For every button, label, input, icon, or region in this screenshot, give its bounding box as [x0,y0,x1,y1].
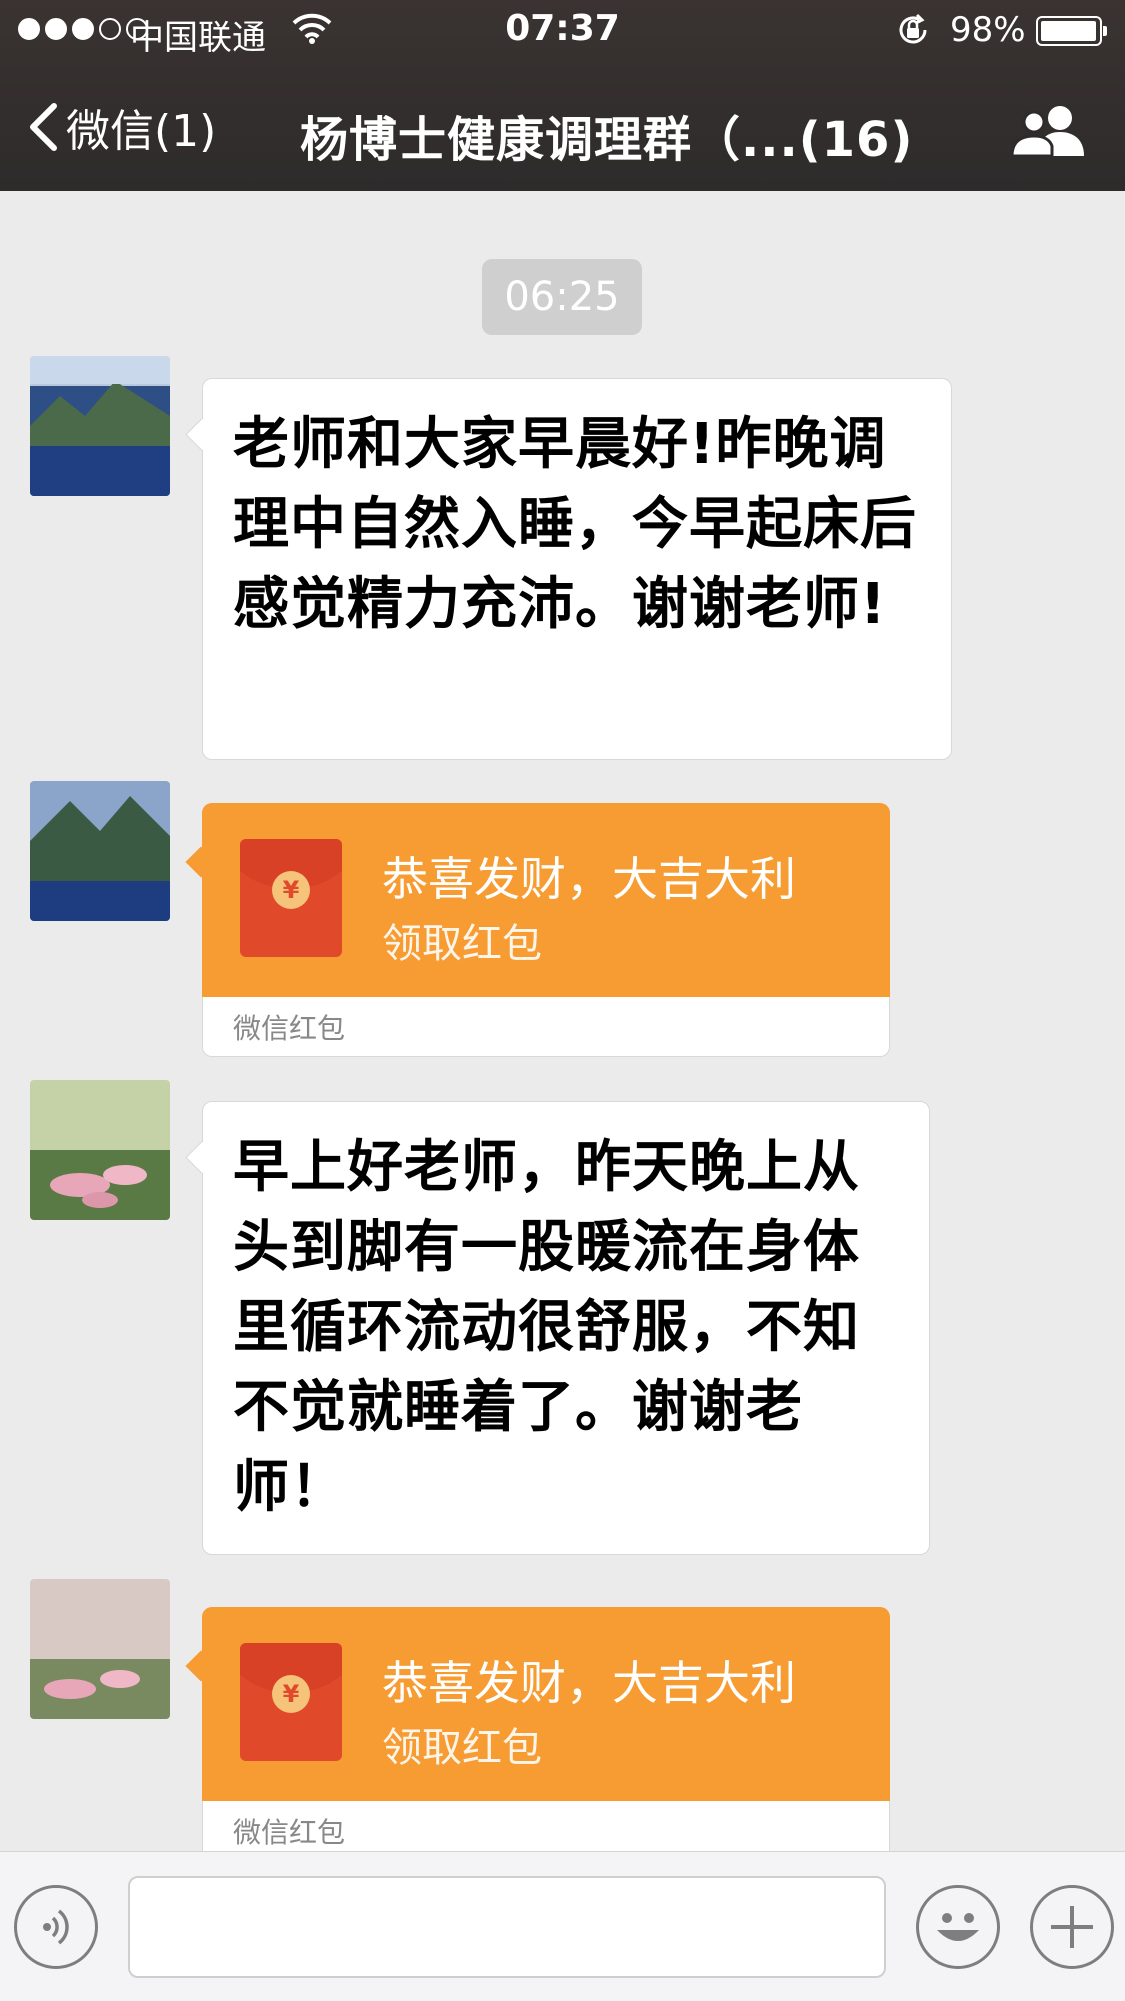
red-packet-footer: 微信红包 [202,997,890,1057]
emoji-icon [937,1913,979,1941]
red-packet-footer: 微信红包 [202,1801,890,1851]
red-packet-brand: 微信红包 [233,1816,346,1849]
avatar-flower-image [30,1080,170,1220]
voice-input-button[interactable] [14,1885,98,1969]
red-packet-message[interactable]: ¥ 恭喜发财，大吉大利 领取红包 微信红包 [202,1607,890,1851]
battery-icon [1036,16,1107,46]
plus-icon [1051,1906,1093,1948]
message-bubble[interactable]: 早上好老师，昨天晚上从头到脚有一股暖流在身体里循环流动很舒服，不知不觉就睡着了。… [202,1101,930,1555]
avatar[interactable] [30,356,170,496]
emoji-button[interactable] [916,1885,1000,1969]
red-packet-greeting: 恭喜发财，大吉大利 [382,1656,796,1710]
message-bubble[interactable]: 老师和大家早晨好!昨晚调理中自然入睡，今早起床后感觉精力充沛。谢谢老师! [202,378,952,760]
message-text: 老师和大家早晨好!昨晚调理中自然入睡，今早起床后感觉精力充沛。谢谢老师! [233,412,917,637]
red-packet-action: 领取红包 [382,1725,542,1771]
avatar-lake-image [30,356,170,496]
voice-icon [43,1909,69,1945]
avatar-lake-image [30,781,170,921]
battery-percent: 98% [950,10,1026,50]
group-members-icon[interactable] [1010,102,1088,158]
chevron-left-icon [30,103,57,151]
battery-fill [1041,21,1096,41]
yuan-coin-icon: ¥ [272,871,310,909]
message-timestamp: 06:25 [482,259,642,335]
avatar-flower-image [30,1579,170,1719]
avatar[interactable] [30,1579,170,1719]
red-envelope-icon: ¥ [240,1643,342,1761]
back-label: 微信(1) [66,106,217,157]
red-packet-message[interactable]: ¥ 恭喜发财，大吉大利 领取红包 微信红包 [202,803,890,1057]
input-bar [0,1851,1125,2001]
nav-bar: 微信(1) 杨博士健康调理群（...(16) [0,64,1125,191]
red-packet-body: ¥ 恭喜发财，大吉大利 领取红包 [202,803,890,997]
yuan-coin-icon: ¥ [272,1675,310,1713]
chat-title: 杨博士健康调理群（...(16) [300,112,914,168]
red-packet-brand: 微信红包 [233,1012,346,1045]
red-packet-greeting: 恭喜发财，大吉大利 [382,852,796,906]
more-options-button[interactable] [1030,1885,1114,1969]
red-packet-body: ¥ 恭喜发财，大吉大利 领取红包 [202,1607,890,1801]
rotation-lock-icon [899,13,927,44]
message-text: 早上好老师，昨天晚上从头到脚有一股暖流在身体里循环流动很舒服，不知不觉就睡着了。… [233,1135,860,1520]
message-input[interactable] [128,1876,886,1978]
avatar[interactable] [30,1080,170,1220]
red-envelope-icon: ¥ [240,839,342,957]
chat-messages[interactable]: 06:25 老师和大家早晨好!昨晚调理中自然入睡，今早起床后感觉精力充沛。谢谢老… [0,191,1125,1851]
red-packet-action: 领取红包 [382,921,542,967]
status-bar: 中国联通 07:37 98% [0,0,1125,64]
avatar[interactable] [30,781,170,921]
top-bar: 中国联通 07:37 98% 微信(1) 杨博士健康调理群（...(16) [0,0,1125,191]
back-button[interactable]: 微信(1) [28,92,216,162]
